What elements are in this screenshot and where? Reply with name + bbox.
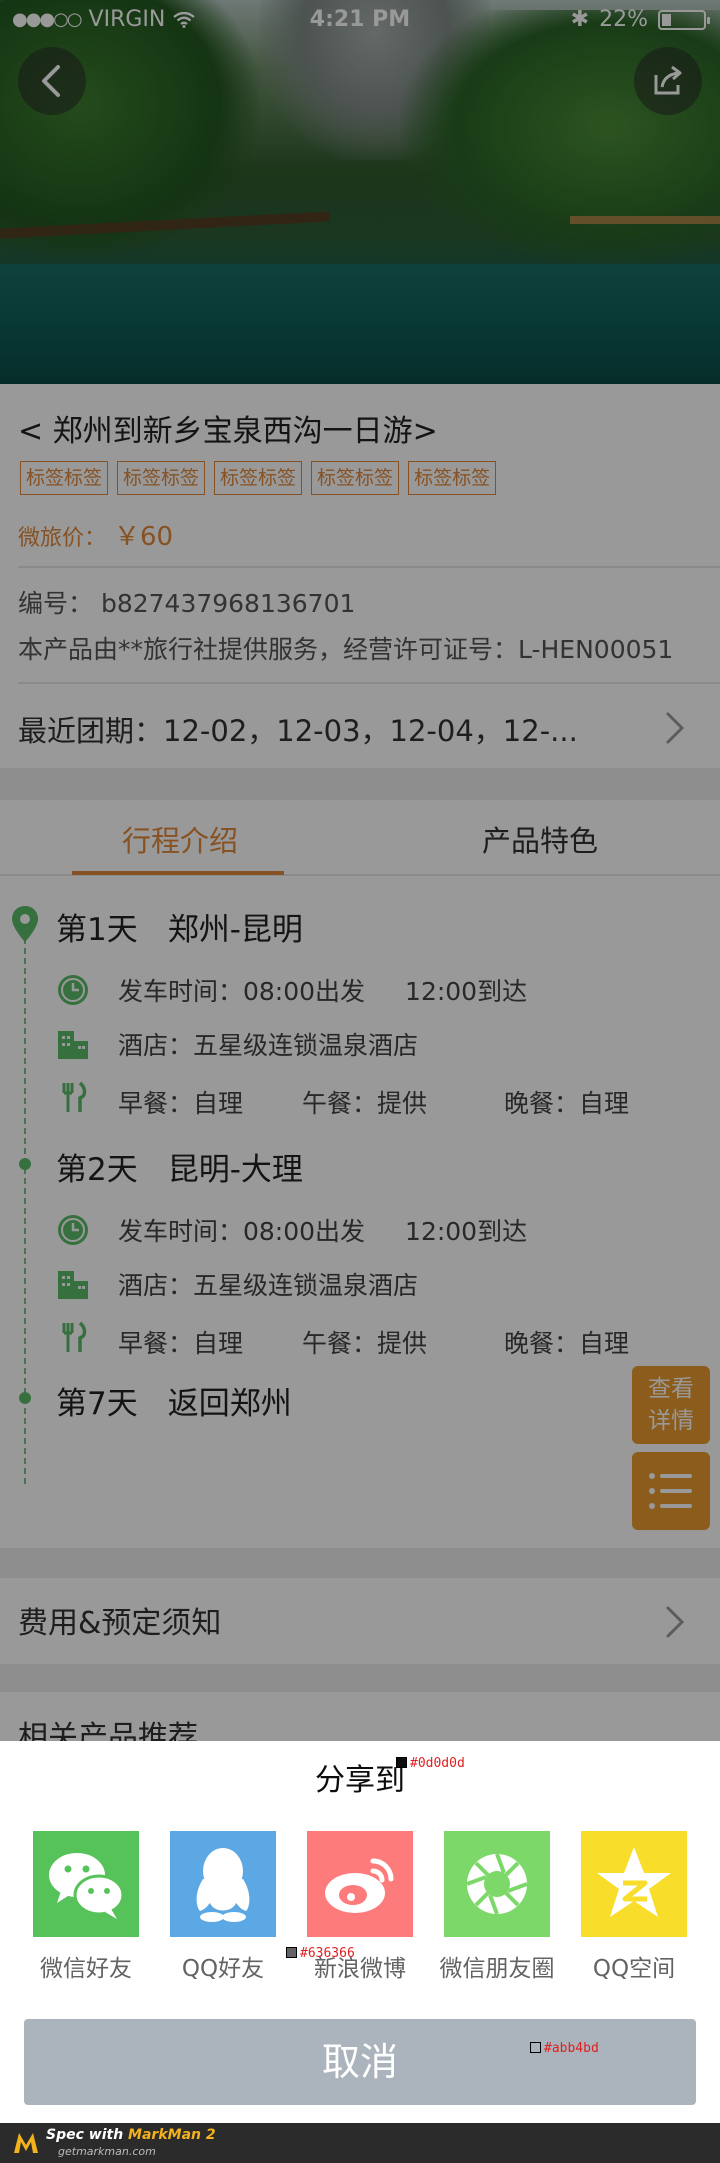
- moments-icon: [444, 1831, 550, 1937]
- color-annotation-title: #0d0d0d: [396, 1756, 465, 1771]
- cancel-button[interactable]: 取消: [24, 2019, 696, 2105]
- share-qq[interactable]: QQ好友: [170, 1831, 276, 1982]
- share-wechat[interactable]: 微信好友: [33, 1831, 139, 1982]
- product-detail-page: ●●●○○ VIRGIN 4:21 PM ✱ 22% < 郑州到新乡宝泉西沟一日…: [0, 0, 720, 2163]
- share-weibo[interactable]: 新浪微博: [307, 1831, 413, 1982]
- footer-brand: MarkMan 2: [128, 2127, 216, 2143]
- color-annotation-cancel: #abb4bd: [530, 2041, 599, 2056]
- share-qzone[interactable]: QQ空间: [581, 1831, 687, 1982]
- markman-logo-icon: [14, 2133, 38, 2153]
- share-moments[interactable]: 微信朋友圈: [440, 1831, 555, 1982]
- footer-spec-with: Spec with: [46, 2127, 124, 2143]
- markman-footer: Spec with MarkMan 2 getmarkman.com: [0, 2123, 720, 2163]
- qq-icon: [170, 1831, 276, 1937]
- qzone-icon: [581, 1831, 687, 1937]
- color-annotation-label: #636366: [286, 1946, 355, 1961]
- footer-site: getmarkman.com: [58, 2145, 156, 2158]
- share-sheet: 分享到 微信好友 QQ好友 新浪微博 微信朋友圈 QQ空间 取消 #0d0d0d…: [0, 1741, 720, 2123]
- modal-overlay[interactable]: [0, 0, 720, 1741]
- share-qzone-label: QQ空间: [592, 1956, 676, 1982]
- share-sheet-title: 分享到: [315, 1763, 405, 1798]
- wechat-icon: [33, 1831, 139, 1937]
- weibo-icon: [307, 1831, 413, 1937]
